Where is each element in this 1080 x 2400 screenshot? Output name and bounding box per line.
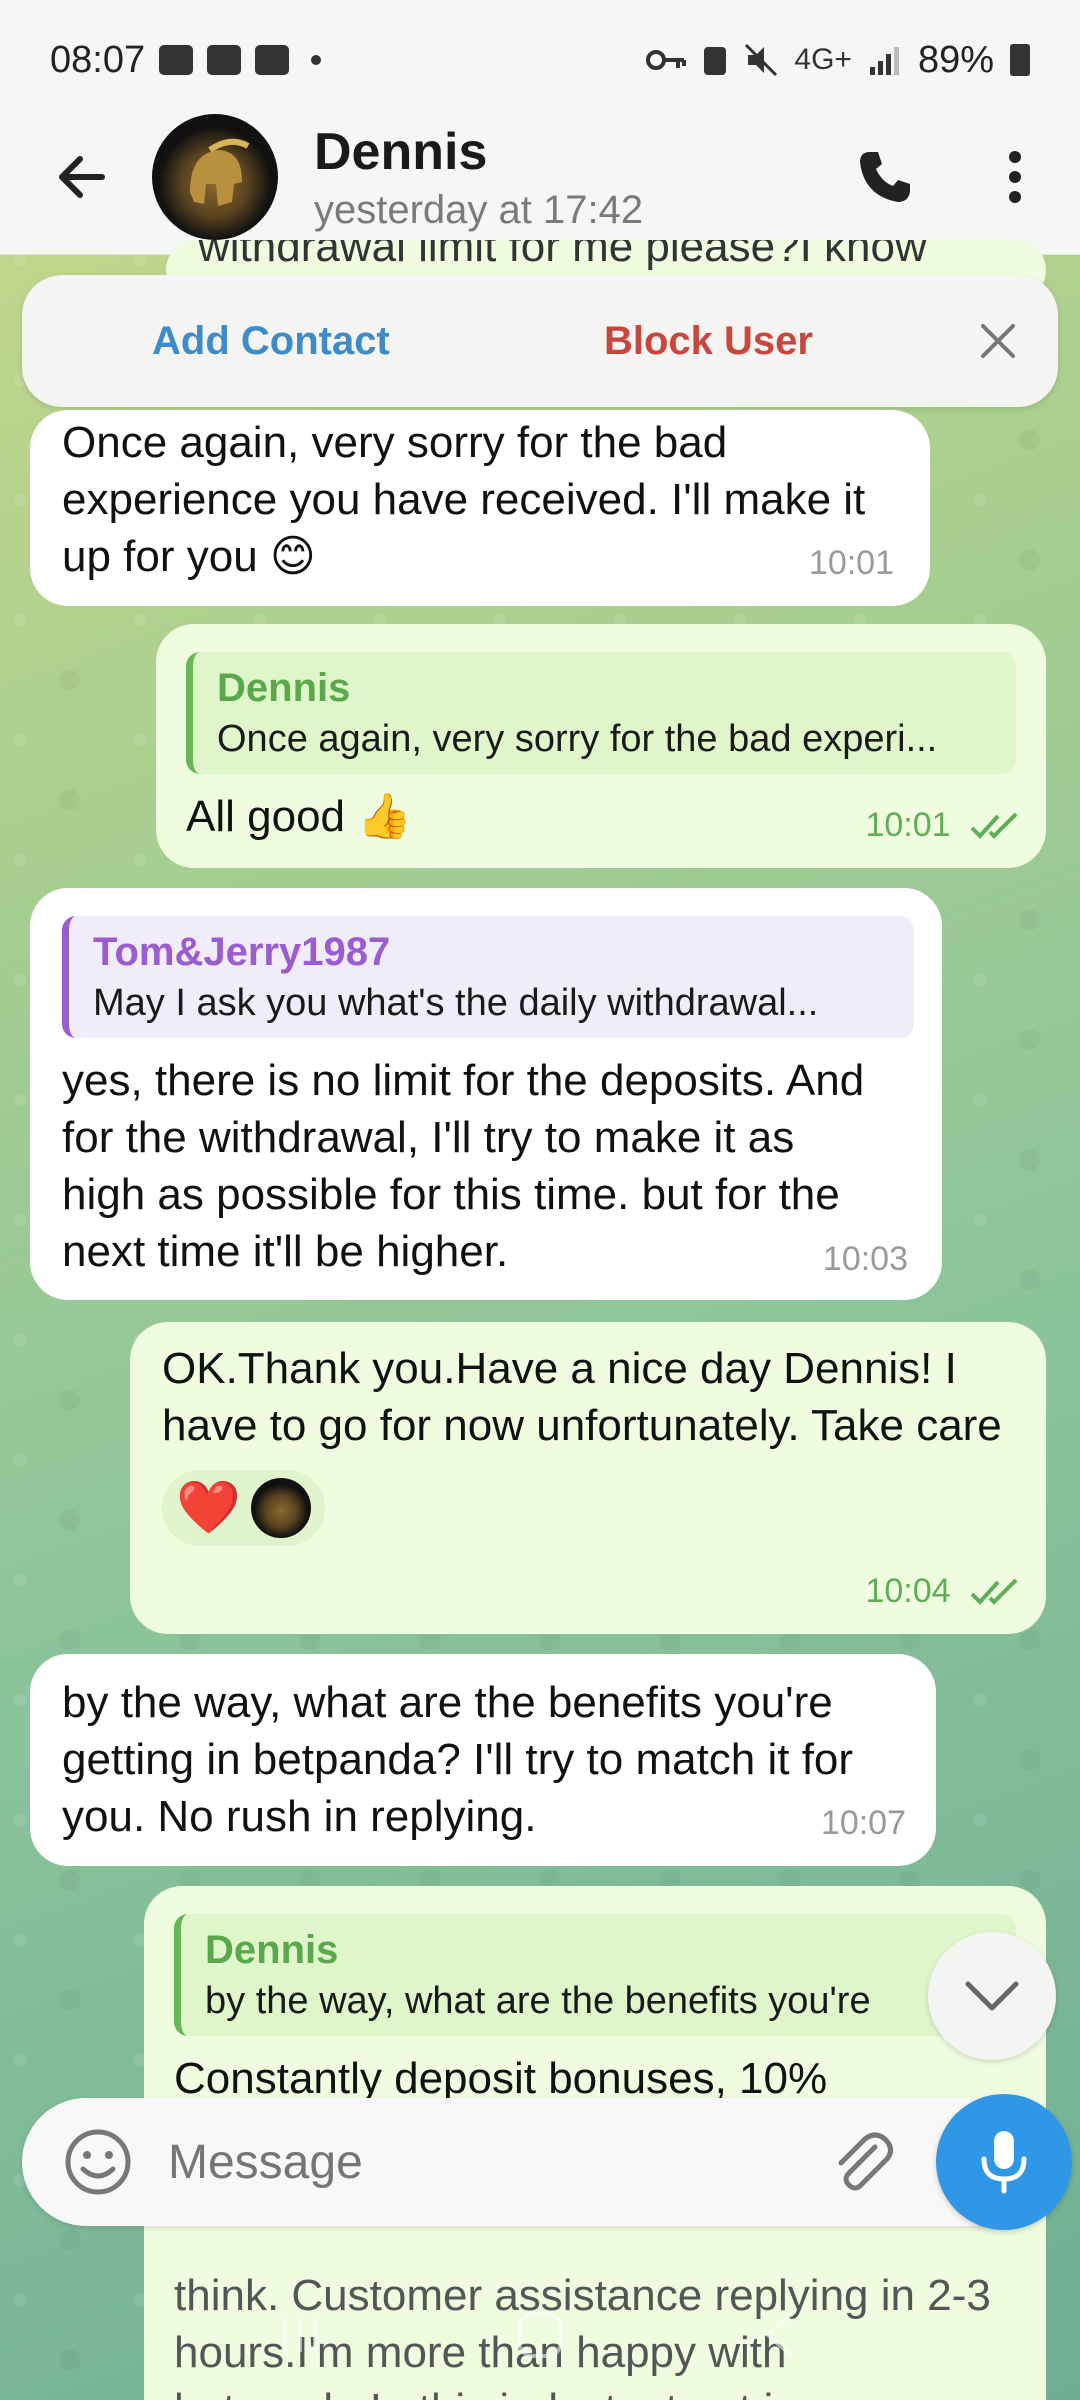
youtube-notification-icon-2: [255, 45, 290, 75]
add-contact-button[interactable]: Add Contact: [152, 319, 390, 364]
message-time: 10:01: [808, 544, 894, 582]
last-seen-status: yesterday at 17:42: [314, 187, 644, 232]
vpn-key-icon: [646, 50, 687, 70]
recycle-icon: [704, 47, 727, 75]
youtube-notification-icon: [207, 45, 242, 75]
more-notifications-dot-icon: [311, 55, 322, 65]
back-button[interactable]: [42, 137, 122, 217]
gallery-notification-icon: [159, 45, 194, 75]
battery-percentage: 89%: [917, 38, 994, 81]
helmet-avatar-icon: [190, 138, 250, 206]
avatar[interactable]: [152, 114, 278, 240]
reaction-bar[interactable]: ❤️: [162, 1470, 325, 1546]
reply-author: Dennis: [217, 666, 351, 710]
paperclip-icon: [838, 2132, 893, 2191]
recent-apps-button[interactable]: [270, 2305, 330, 2365]
message-composer: [22, 2098, 1052, 2226]
reply-snippet: May I ask you what's the daily withdrawa…: [93, 982, 819, 1024]
back-chevron-icon: [764, 2312, 794, 2358]
microphone-icon: [981, 2131, 1027, 2194]
close-action-bar-button[interactable]: [968, 311, 1028, 371]
home-icon: [517, 2312, 563, 2358]
signal-icon: [869, 47, 899, 75]
reply-author: Dennis: [205, 1928, 339, 1972]
call-button[interactable]: [850, 142, 920, 212]
message-text: yes, there is no limit for the deposits.…: [62, 1056, 865, 1276]
message-text: OK.Thank you.Have a nice day Dennis! I h…: [162, 1344, 1002, 1450]
message-time: 10:07: [820, 1804, 906, 1842]
reply-preview[interactable]: Dennis Once again, very sorry for the ba…: [186, 652, 1016, 774]
reply-preview[interactable]: Tom&Jerry1987 May I ask you what's the d…: [62, 916, 914, 1038]
message-bubble-incoming[interactable]: by the way, what are the benefits you're…: [30, 1654, 936, 1866]
reply-snippet: by the way, what are the benefits you're: [205, 1980, 871, 2022]
emoji-button[interactable]: [58, 2122, 138, 2202]
chat-header: Dennis yesterday at 17:42: [0, 100, 1080, 255]
message-time-with-status: 10:01: [865, 797, 1020, 854]
message-text: by the way, what are the benefits you're…: [62, 1678, 854, 1841]
voice-record-button[interactable]: [936, 2094, 1072, 2230]
message-input[interactable]: [168, 2134, 768, 2190]
attach-button[interactable]: [822, 2122, 902, 2202]
back-nav-button[interactable]: [750, 2305, 810, 2365]
battery-icon: [1010, 44, 1030, 76]
block-user-button[interactable]: Block User: [604, 319, 813, 364]
network-type: 4G+: [794, 43, 852, 76]
recent-apps-icon: [283, 2318, 317, 2352]
message-bubble-outgoing[interactable]: OK.Thank you.Have a nice day Dennis! I h…: [130, 1322, 1046, 1634]
contact-action-bar: Add Contact Block User: [22, 275, 1058, 407]
mute-icon: [745, 43, 778, 77]
reply-author: Tom&Jerry1987: [93, 930, 391, 974]
double-check-icon: [970, 812, 1018, 839]
home-button[interactable]: [510, 2305, 570, 2365]
system-navigation-bar: [0, 2270, 1080, 2400]
message-bubble-incoming[interactable]: Tom&Jerry1987 May I ask you what's the d…: [30, 888, 942, 1300]
heart-reaction[interactable]: ❤️: [176, 1478, 241, 1538]
chevron-down-icon: [965, 1981, 1019, 2011]
chat-title[interactable]: Dennis: [314, 122, 643, 182]
scroll-to-bottom-button[interactable]: [928, 1932, 1056, 2060]
message-text: withdrawal limit for me please?I know: [198, 240, 927, 271]
phone-icon: [860, 152, 910, 202]
double-check-icon: [970, 1578, 1018, 1605]
reply-preview[interactable]: Dennis by the way, what are the benefits…: [174, 1914, 1016, 2036]
reactor-avatar: [250, 1478, 311, 1538]
message-bubble-incoming[interactable]: Once again, very sorry for the bad exper…: [30, 410, 930, 606]
status-time: 08:07: [50, 38, 146, 81]
arrow-left-icon: [59, 156, 105, 198]
smiley-icon: [65, 2129, 131, 2195]
close-icon: [981, 324, 1015, 358]
more-vertical-icon: [1009, 151, 1021, 203]
message-time: 10:03: [822, 1240, 908, 1278]
reply-snippet: Once again, very sorry for the bad exper…: [217, 718, 938, 760]
message-time-with-status: 10:04: [865, 1563, 1020, 1620]
more-options-button[interactable]: [980, 142, 1050, 212]
message-bubble-outgoing[interactable]: Dennis Once again, very sorry for the ba…: [156, 624, 1046, 868]
message-text: Once again, very sorry for the bad exper…: [62, 418, 866, 581]
